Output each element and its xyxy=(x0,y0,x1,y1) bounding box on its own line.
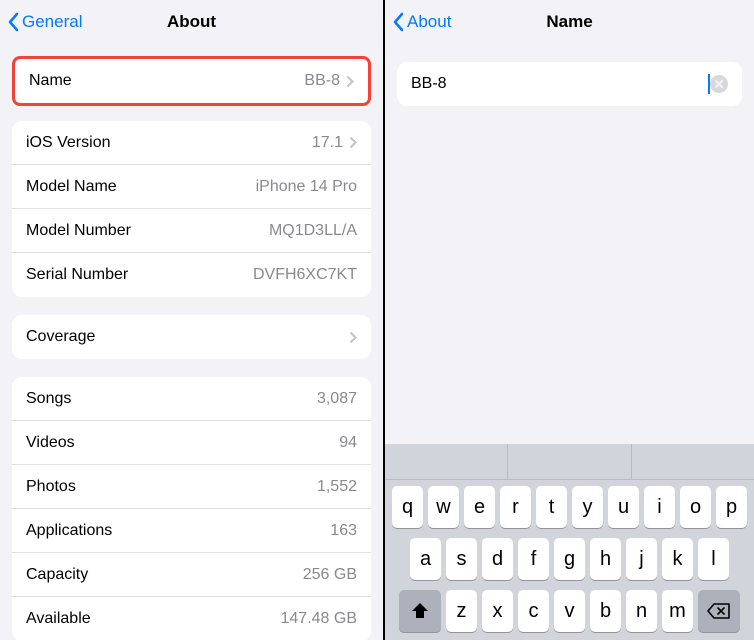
stats-row: Capacity 256 GB xyxy=(12,553,371,597)
backspace-key[interactable] xyxy=(698,590,740,632)
name-edit-screen: About Name BB-8 qwertyuiop asdfghjkl zxc… xyxy=(385,0,754,640)
navbar: About Name xyxy=(385,0,754,44)
name-input[interactable]: BB-8 xyxy=(411,74,710,94)
row-label: Capacity xyxy=(26,566,88,584)
row-label: Model Name xyxy=(26,178,117,196)
row-label: Applications xyxy=(26,522,112,540)
key-h[interactable]: h xyxy=(590,538,621,580)
keyboard-row: zxcvbnm xyxy=(388,590,751,632)
row-label: Model Number xyxy=(26,222,131,240)
back-label: General xyxy=(22,12,82,32)
row-value: 17.1 xyxy=(312,134,343,152)
suggestion-slot[interactable] xyxy=(508,444,631,479)
key-i[interactable]: i xyxy=(644,486,675,528)
shift-key[interactable] xyxy=(399,590,441,632)
key-d[interactable]: d xyxy=(482,538,513,580)
back-label: About xyxy=(407,12,451,32)
clear-text-button[interactable] xyxy=(710,75,728,93)
key-a[interactable]: a xyxy=(410,538,441,580)
row-value: 163 xyxy=(330,522,357,540)
key-u[interactable]: u xyxy=(608,486,639,528)
info-row: Serial Number DVFH6XC7KT xyxy=(12,253,371,297)
key-c[interactable]: c xyxy=(518,590,549,632)
chevron-right-icon xyxy=(346,75,354,88)
key-p[interactable]: p xyxy=(716,486,747,528)
navbar: General About xyxy=(0,0,383,44)
coverage-label: Coverage xyxy=(26,328,95,346)
row-label: Songs xyxy=(26,390,71,408)
key-s[interactable]: s xyxy=(446,538,477,580)
backspace-icon xyxy=(707,602,731,620)
key-y[interactable]: y xyxy=(572,486,603,528)
key-m[interactable]: m xyxy=(662,590,693,632)
key-r[interactable]: r xyxy=(500,486,531,528)
back-button[interactable]: General xyxy=(8,12,82,32)
key-l[interactable]: l xyxy=(698,538,729,580)
info-row[interactable]: iOS Version 17.1 xyxy=(12,121,371,165)
row-label: iOS Version xyxy=(26,134,110,152)
shift-icon xyxy=(410,602,430,620)
suggestion-slot[interactable] xyxy=(632,444,754,479)
row-value: MQ1D3LL/A xyxy=(269,222,357,240)
content-scroll[interactable]: Name BB-8 iOS Version 17.1 Model Name iPhon… xyxy=(0,44,383,640)
name-input-container[interactable]: BB-8 xyxy=(397,62,742,106)
row-value: iPhone 14 Pro xyxy=(256,178,357,196)
name-row[interactable]: Name BB-8 xyxy=(15,59,368,103)
stats-row: Songs 3,087 xyxy=(12,377,371,421)
row-value: 94 xyxy=(339,434,357,452)
row-value: 1,552 xyxy=(317,478,357,496)
suggestion-slot[interactable] xyxy=(385,444,508,479)
key-n[interactable]: n xyxy=(626,590,657,632)
stats-row: Available 147.48 GB xyxy=(12,597,371,640)
row-value: DVFH6XC7KT xyxy=(253,266,357,284)
key-b[interactable]: b xyxy=(590,590,621,632)
coverage-row[interactable]: Coverage xyxy=(12,315,371,359)
about-screen: General About Name BB-8 iOS Version 17.1 M… xyxy=(0,0,385,640)
key-e[interactable]: e xyxy=(464,486,495,528)
key-z[interactable]: z xyxy=(446,590,477,632)
row-label: Photos xyxy=(26,478,76,496)
chevron-right-icon xyxy=(349,136,357,149)
coverage-group: Coverage xyxy=(12,315,371,359)
info-row: Model Number MQ1D3LL/A xyxy=(12,209,371,253)
x-icon xyxy=(714,79,724,89)
name-label: Name xyxy=(29,72,72,90)
row-value: 256 GB xyxy=(303,566,357,584)
row-value: 147.48 GB xyxy=(281,610,358,628)
key-o[interactable]: o xyxy=(680,486,711,528)
storage-stats-group: Songs 3,087 Videos 94 Photos 1,552 Application… xyxy=(12,377,371,640)
row-label: Videos xyxy=(26,434,75,452)
key-v[interactable]: v xyxy=(554,590,585,632)
key-j[interactable]: j xyxy=(626,538,657,580)
chevron-left-icon xyxy=(393,12,405,32)
key-t[interactable]: t xyxy=(536,486,567,528)
suggestion-bar[interactable] xyxy=(385,444,754,480)
row-label: Available xyxy=(26,610,91,628)
chevron-right-icon xyxy=(349,331,357,344)
name-row-highlight: Name BB-8 xyxy=(12,56,371,106)
name-value: BB-8 xyxy=(304,72,340,90)
row-value: 3,087 xyxy=(317,390,357,408)
stats-row: Applications 163 xyxy=(12,509,371,553)
keyboard-letter-row: zxcvbnm xyxy=(446,590,693,632)
keyboard: qwertyuiop asdfghjkl zxcvbnm xyxy=(385,444,754,640)
key-g[interactable]: g xyxy=(554,538,585,580)
keyboard-row: asdfghjkl xyxy=(388,538,751,580)
key-w[interactable]: w xyxy=(428,486,459,528)
key-k[interactable]: k xyxy=(662,538,693,580)
back-button[interactable]: About xyxy=(393,12,451,32)
key-f[interactable]: f xyxy=(518,538,549,580)
stats-row: Photos 1,552 xyxy=(12,465,371,509)
key-q[interactable]: q xyxy=(392,486,423,528)
info-row: Model Name iPhone 14 Pro xyxy=(12,165,371,209)
row-label: Serial Number xyxy=(26,266,128,284)
stats-row: Videos 94 xyxy=(12,421,371,465)
key-x[interactable]: x xyxy=(482,590,513,632)
chevron-left-icon xyxy=(8,12,20,32)
keyboard-row: qwertyuiop xyxy=(388,486,751,528)
device-info-group: iOS Version17.1Model NameiPhone 14 ProMo… xyxy=(12,121,371,297)
